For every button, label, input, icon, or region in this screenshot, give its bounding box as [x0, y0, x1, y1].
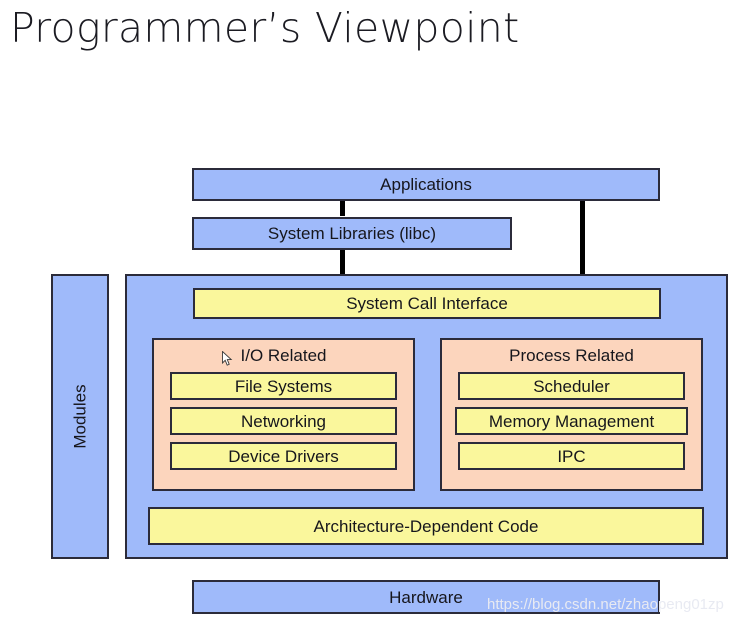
applications-box[interactable]: Applications	[192, 168, 660, 201]
ipc-label: IPC	[557, 446, 586, 466]
hardware-label: Hardware	[389, 587, 463, 607]
process-related-label: Process Related	[509, 346, 634, 365]
page-title: Programmer’s Viewpoint	[10, 4, 520, 52]
modules-label: Modules	[70, 384, 90, 449]
kernel-panel: System Call Interface I/O Related File S…	[125, 274, 728, 559]
memory-management-label: Memory Management	[488, 411, 655, 431]
ipc-box[interactable]: IPC	[458, 442, 685, 470]
networking-label: Networking	[240, 411, 327, 431]
system-call-interface-box[interactable]: System Call Interface	[193, 288, 661, 319]
device-drivers-box[interactable]: Device Drivers	[170, 442, 397, 470]
system-libraries-box[interactable]: System Libraries (libc)	[192, 217, 512, 250]
applications-label: Applications	[380, 175, 472, 194]
networking-box[interactable]: Networking	[170, 407, 397, 435]
file-systems-label: File Systems	[234, 376, 333, 396]
architecture-dependent-code-box[interactable]: Architecture-Dependent Code	[148, 507, 704, 545]
io-related-label: I/O Related	[240, 346, 327, 365]
io-related-group[interactable]: I/O Related File Systems Networking Devi…	[152, 338, 415, 491]
file-systems-box[interactable]: File Systems	[170, 372, 397, 400]
system-call-interface-label: System Call Interface	[346, 294, 508, 313]
scheduler-box[interactable]: Scheduler	[458, 372, 685, 400]
scheduler-label: Scheduler	[533, 376, 610, 396]
architecture-dependent-code-label: Architecture-Dependent Code	[313, 516, 539, 536]
memory-management-box[interactable]: Memory Management	[455, 407, 688, 435]
device-drivers-label: Device Drivers	[228, 446, 339, 466]
modules-panel[interactable]: Modules	[51, 274, 109, 559]
watermark: https://blog.csdn.net/zhaopeng01zp	[487, 596, 724, 613]
process-related-group[interactable]: Process Related Scheduler Memory Managem…	[440, 338, 703, 491]
mouse-cursor-icon	[222, 351, 233, 366]
system-libraries-label: System Libraries (libc)	[267, 224, 437, 243]
